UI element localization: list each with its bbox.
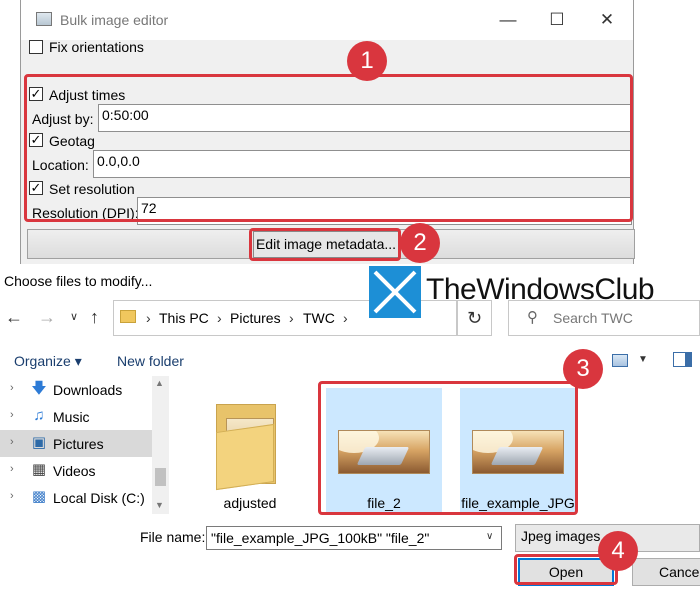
step-badge: 4 bbox=[598, 531, 638, 571]
highlight-box-settings bbox=[24, 74, 633, 222]
recent-locations-chevron-icon[interactable]: ∨ bbox=[70, 310, 78, 323]
breadcrumb-twc[interactable]: TWC bbox=[303, 310, 335, 326]
organize-menu-button[interactable]: Organize ▾ bbox=[14, 353, 82, 370]
breadcrumb-this-pc[interactable]: This PC bbox=[159, 310, 209, 326]
search-placeholder: Search TWC bbox=[553, 310, 633, 326]
disk-icon: ▩ bbox=[31, 488, 47, 505]
search-icon: ⚲ bbox=[527, 309, 538, 326]
nav-item-label: Videos bbox=[53, 463, 96, 479]
back-arrow-icon[interactable]: ← bbox=[5, 307, 23, 328]
step-badge: 2 bbox=[400, 223, 440, 263]
editor-titlebar: Bulk image editor — ☐ ✕ bbox=[21, 0, 633, 40]
nav-item-music[interactable]: › ♫ Music bbox=[0, 403, 152, 430]
file-name-label: File name: bbox=[140, 529, 206, 545]
highlight-box-edit-button bbox=[249, 228, 401, 261]
navigation-pane: › 🡇 Downloads › ♫ Music › ▣ Pictures › ▦… bbox=[0, 376, 170, 516]
scroll-up-arrow-icon[interactable]: ▲ bbox=[155, 378, 164, 388]
scroll-thumb[interactable] bbox=[155, 468, 166, 486]
editor-title: Bulk image editor bbox=[60, 12, 169, 28]
fix-orientations-checkbox[interactable] bbox=[29, 40, 43, 54]
nav-item-label: Local Disk (C:) bbox=[53, 490, 145, 506]
expand-chevron-icon[interactable]: › bbox=[10, 463, 14, 475]
nav-item-local-disk[interactable]: › ▩ Local Disk (C:) bbox=[0, 484, 152, 511]
expand-chevron-icon[interactable]: › bbox=[10, 436, 14, 448]
scroll-down-arrow-icon[interactable]: ▼ bbox=[155, 500, 164, 510]
expand-chevron-icon[interactable]: › bbox=[10, 490, 14, 502]
cancel-button[interactable]: Cancel bbox=[632, 558, 700, 586]
file-name-input[interactable]: "file_example_JPG_100kB" "file_2" bbox=[206, 526, 502, 550]
breadcrumb-pictures[interactable]: Pictures bbox=[230, 310, 281, 326]
breadcrumb-separator-icon[interactable]: › bbox=[343, 310, 348, 326]
new-folder-button[interactable]: New folder bbox=[117, 353, 184, 369]
nav-scrollbar[interactable]: ▲ ▼ bbox=[152, 376, 169, 514]
breadcrumb-separator-icon[interactable]: › bbox=[217, 310, 222, 326]
forward-arrow-icon[interactable]: → bbox=[38, 307, 56, 328]
music-note-icon: ♫ bbox=[33, 407, 45, 424]
nav-item-label: Downloads bbox=[53, 382, 123, 398]
file-label: adjusted bbox=[223, 495, 277, 511]
app-window-icon bbox=[36, 12, 52, 26]
file-name-dropdown-icon[interactable]: ∨ bbox=[486, 531, 493, 542]
nav-item-pictures[interactable]: › ▣ Pictures bbox=[0, 430, 152, 457]
expand-chevron-icon[interactable]: › bbox=[10, 382, 14, 394]
view-dropdown-icon[interactable]: ▼ bbox=[638, 354, 648, 365]
step-badge: 3 bbox=[563, 349, 603, 389]
close-button[interactable]: ✕ bbox=[590, 8, 624, 32]
download-arrow-icon: 🡇 bbox=[31, 380, 47, 397]
dialog-title: Choose files to modify... bbox=[4, 273, 153, 289]
fix-orientations-label: Fix orientations bbox=[49, 39, 144, 55]
watermark-text: TheWindowsClub bbox=[426, 273, 655, 306]
change-view-icon[interactable] bbox=[612, 354, 628, 367]
minimize-button[interactable]: — bbox=[491, 8, 525, 32]
nav-item-label: Music bbox=[53, 409, 90, 425]
breadcrumb-separator-icon[interactable]: › bbox=[289, 310, 294, 326]
file-tile-adjusted[interactable]: adjusted bbox=[192, 388, 308, 512]
nav-item-videos[interactable]: › ▦ Videos bbox=[0, 457, 152, 484]
step-badge: 1 bbox=[347, 41, 387, 81]
film-icon: ▦ bbox=[31, 461, 47, 478]
folder-icon bbox=[120, 310, 136, 323]
breadcrumb-separator-icon[interactable]: › bbox=[146, 310, 151, 326]
pictures-icon: ▣ bbox=[31, 434, 47, 451]
thewindowsclub-logo bbox=[369, 266, 421, 318]
preview-pane-icon[interactable] bbox=[673, 352, 692, 367]
up-arrow-icon[interactable]: ↑ bbox=[90, 307, 99, 328]
nav-item-label: Pictures bbox=[53, 436, 104, 452]
highlight-box-selected-files bbox=[318, 381, 578, 515]
nav-item-downloads[interactable]: › 🡇 Downloads bbox=[0, 376, 152, 403]
expand-chevron-icon[interactable]: › bbox=[10, 409, 14, 421]
maximize-button[interactable]: ☐ bbox=[540, 8, 574, 32]
